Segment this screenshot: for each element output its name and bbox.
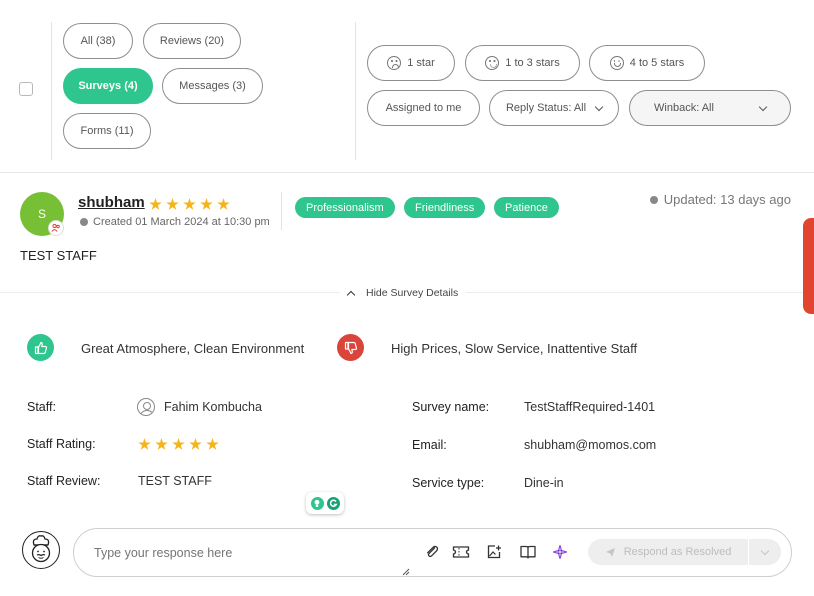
filter-tab-label: All (38) [80, 35, 116, 47]
survey-name-value: TestStaffRequired-1401 [524, 400, 656, 414]
star-icon [183, 198, 196, 210]
rating-filter-label: 1 to 3 stars [505, 57, 560, 69]
star-icon [189, 438, 202, 450]
staff-review-label: Staff Review: [27, 474, 101, 488]
survey-name-label: Survey name: [412, 400, 490, 414]
filter-tab-label: Surveys (4) [78, 80, 138, 92]
sad-face-icon [387, 56, 402, 70]
assigned-to-me-filter[interactable]: Assigned to me [367, 90, 480, 126]
review-text: TEST STAFF [20, 248, 97, 263]
star-icon [200, 198, 213, 210]
filter-tab-label: Forms (11) [80, 125, 134, 137]
positive-aspects: Great Atmosphere, Clean Environment [81, 341, 305, 356]
filter-tab-label: Reviews (20) [159, 35, 225, 47]
filter-tab-reviews[interactable]: Reviews (20) [143, 23, 241, 59]
filter-tab-surveys[interactable]: Surveys (4) [63, 68, 153, 104]
reply-status-label: Reply Status: All [505, 102, 587, 114]
service-type-value: Dine-in [524, 476, 564, 490]
thumbs-up-icon [27, 334, 54, 361]
divider [355, 22, 356, 160]
email-label: Email: [412, 438, 447, 452]
tag-professionalism: Professionalism [295, 197, 395, 218]
star-icon [138, 438, 151, 450]
grammarly-icon [326, 496, 340, 510]
chevron-down-icon [594, 102, 604, 111]
hide-survey-details-toggle[interactable]: Hide Survey Details [340, 280, 467, 306]
assigned-filter-label: Assigned to me [385, 102, 462, 114]
reviewer-name[interactable]: shubham [78, 194, 145, 211]
rating-filter-4-to-5-stars[interactable]: 4 to 5 stars [589, 45, 705, 81]
star-icon [206, 438, 219, 450]
created-date-text: Created 01 March 2024 at 10:30 pm [93, 216, 270, 228]
winback-label: Winback: All [654, 102, 714, 114]
rating-filter-label: 4 to 5 stars [629, 57, 685, 69]
send-icon [605, 547, 615, 557]
respond-button-label: Respond as Resolved [623, 546, 732, 558]
staff-review-value: TEST STAFF [138, 474, 212, 488]
service-type-label: Service type: [412, 476, 485, 490]
star-icon [172, 438, 185, 450]
winback-dropdown[interactable]: Winback: All [629, 90, 791, 126]
updated-time-text: Updated: 13 days ago [663, 192, 791, 207]
updated-time: Updated: 13 days ago [649, 192, 791, 207]
email-value: shubham@momos.com [524, 438, 657, 452]
tag-friendliness: Friendliness [404, 197, 486, 218]
filter-tab-label: Messages (3) [179, 80, 246, 92]
star-icon [149, 198, 162, 210]
staff-rating-label: Staff Rating: [27, 437, 96, 451]
rating-filter-1-star[interactable]: 1 star [367, 45, 455, 81]
toggle-label: Hide Survey Details [366, 287, 459, 299]
staff-value: Fahim Kombucha [164, 400, 262, 414]
chevron-up-icon [346, 290, 356, 299]
divider [281, 192, 282, 230]
resize-handle-icon[interactable] [402, 568, 410, 576]
chevron-down-icon [758, 102, 768, 111]
created-date: Created 01 March 2024 at 10:30 pm [80, 216, 270, 228]
paperclip-icon[interactable] [423, 543, 441, 561]
clock-icon [80, 218, 88, 226]
review-rating-stars [149, 198, 230, 211]
lightbulb-icon [310, 496, 324, 510]
person-icon [137, 398, 155, 416]
respond-as-resolved-button[interactable]: Respond as Resolved [588, 539, 781, 565]
list-separator [0, 172, 814, 173]
filter-tab-all[interactable]: All (38) [63, 23, 133, 59]
star-icon [155, 438, 168, 450]
image-add-icon[interactable] [485, 543, 503, 561]
respond-button-main[interactable]: Respond as Resolved [588, 539, 748, 565]
filter-tab-messages[interactable]: Messages (3) [162, 68, 263, 104]
select-all-checkbox[interactable] [19, 82, 33, 96]
book-icon[interactable] [519, 543, 537, 561]
star-icon [217, 198, 230, 210]
feedback-side-tab[interactable] [803, 218, 814, 314]
clock-icon [649, 195, 658, 204]
staff-rating-stars [138, 438, 219, 451]
ticket-icon[interactable] [452, 543, 470, 561]
avatar-initial: S [37, 207, 46, 221]
thumbs-down-icon [337, 334, 364, 361]
response-input[interactable] [94, 546, 414, 560]
neutral-face-icon [485, 56, 500, 70]
divider [51, 22, 52, 160]
reply-status-dropdown[interactable]: Reply Status: All [489, 90, 619, 126]
staff-label: Staff: [27, 400, 56, 414]
negative-aspects: High Prices, Slow Service, Inattentive S… [391, 341, 638, 356]
respond-options-dropdown[interactable] [749, 546, 781, 555]
happy-face-icon [609, 56, 624, 70]
rating-filter-label: 1 star [407, 57, 435, 69]
tag-patience: Patience [494, 197, 559, 218]
sparkle-icon[interactable] [551, 543, 569, 561]
grammarly-widget[interactable] [306, 492, 344, 514]
chef-avatar-icon [22, 531, 60, 569]
filter-panel: All (38) Reviews (20) Surveys (4) Messag… [0, 0, 814, 160]
rating-filter-1-to-3-stars[interactable]: 1 to 3 stars [465, 45, 580, 81]
chevron-down-icon [760, 546, 770, 555]
people-badge-icon [48, 220, 64, 236]
filter-tab-forms[interactable]: Forms (11) [63, 113, 151, 149]
star-icon [166, 198, 179, 210]
